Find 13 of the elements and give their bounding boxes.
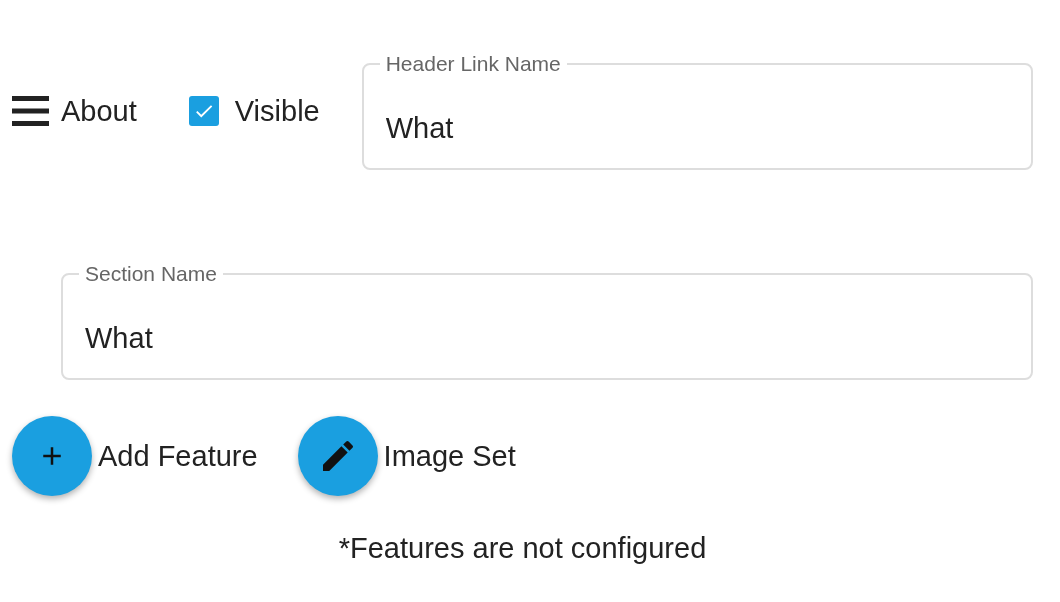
action-label: Add Feature [98, 439, 258, 473]
field-input[interactable]: What [385, 112, 1009, 145]
status-note: *Features are not configured [338, 532, 707, 564]
action-label: Image Set [383, 439, 516, 473]
checkbox-label: Visible [234, 94, 320, 128]
menu-icon[interactable] [12, 96, 49, 126]
section-title: About [61, 94, 137, 128]
field-label: Header Link Name [384, 52, 562, 76]
field-input[interactable]: What [85, 322, 1009, 355]
visible-checkbox[interactable] [188, 96, 219, 126]
add-button[interactable] [12, 416, 92, 496]
edit-button[interactable] [297, 416, 378, 496]
field-label: Section Name [84, 262, 218, 286]
